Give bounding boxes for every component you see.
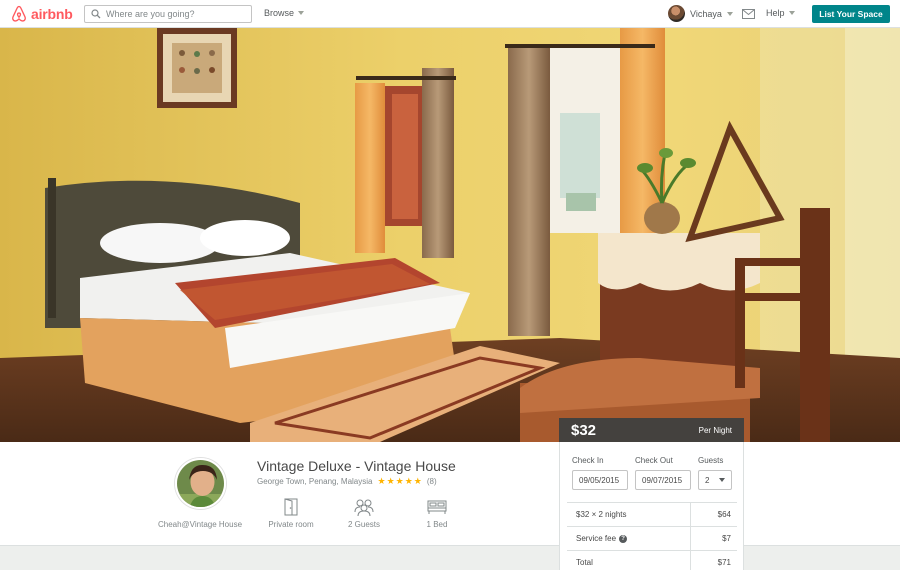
guests-select[interactable]: 2 <box>698 470 732 490</box>
help-label: Help <box>766 8 785 18</box>
nightly-price: $32 <box>571 421 597 439</box>
avatar <box>668 5 685 22</box>
browse-menu[interactable]: Browse <box>264 8 305 18</box>
chevron-down-icon <box>298 11 305 15</box>
price-row-service-fee: Service fee ? $7 <box>567 527 737 551</box>
user-menu[interactable]: Vichaya <box>668 5 733 22</box>
rating-stars[interactable]: ★ ★ ★ ★ ★ <box>377 477 421 486</box>
row-value: $71 <box>717 558 731 567</box>
amenity-label: 2 Guests <box>347 520 380 529</box>
search-box[interactable] <box>84 5 252 23</box>
search-input[interactable] <box>104 9 244 19</box>
booking-panel: Check In Check Out Guests 09/05/2015 09/… <box>559 442 744 570</box>
row-label: Total <box>576 558 593 567</box>
listing-title: Vintage Deluxe - Vintage House <box>257 458 456 474</box>
price-breakdown: $32 × 2 nights $64 Service fee ? $7 Tota… <box>567 502 737 570</box>
room-photo <box>0 28 900 442</box>
star-icon: ★ <box>395 476 404 486</box>
row-label: $32 × 2 nights <box>576 510 627 519</box>
bed-icon <box>427 500 447 514</box>
amenity-beds: 1 Bed <box>402 498 472 529</box>
check-out-label: Check Out <box>635 456 673 465</box>
star-icon: ★ <box>386 476 395 486</box>
help-menu[interactable]: Help <box>766 8 795 18</box>
browse-label: Browse <box>264 8 295 18</box>
check-out-date-field[interactable]: 09/07/2015 <box>635 470 691 490</box>
host-name[interactable]: Cheah@Vintage House <box>150 520 250 529</box>
airbnb-belo-icon <box>12 5 26 22</box>
row-value: $64 <box>717 510 731 519</box>
guests-label: Guests <box>698 456 724 465</box>
search-icon <box>88 6 104 22</box>
star-icon: ★ <box>377 476 386 486</box>
user-name: Vichaya <box>690 8 722 19</box>
airbnb-logo[interactable]: airbnb <box>10 4 73 24</box>
door-icon <box>284 498 298 516</box>
booking-price-header: $32 Per Night <box>559 418 744 442</box>
listing-location: George Town, Penang, Malaysia ★ ★ ★ ★ ★ … <box>257 477 437 487</box>
listing-summary: Cheah@Vintage House Vintage Deluxe - Vin… <box>0 442 900 546</box>
star-icon: ★ <box>404 476 413 486</box>
listing-hero-photo[interactable] <box>0 28 900 442</box>
row-value: $7 <box>722 534 731 543</box>
list-your-space-button[interactable]: List Your Space <box>812 5 890 23</box>
chevron-down-icon <box>719 478 725 482</box>
mail-icon[interactable] <box>742 9 755 19</box>
review-count[interactable]: (8) <box>427 477 437 486</box>
amenity-label: Private room <box>268 520 314 529</box>
amenity-label: 1 Bed <box>426 520 448 529</box>
help-icon[interactable]: ? <box>619 534 628 543</box>
guests-icon <box>354 499 374 516</box>
top-nav: airbnb Browse Vichaya Help List Your Spa… <box>0 0 900 28</box>
chevron-down-icon <box>788 11 795 15</box>
amenity-room-type: Private room <box>256 498 326 529</box>
price-unit: Per Night <box>698 425 732 435</box>
amenity-guests: 2 Guests <box>329 498 399 529</box>
host-avatar[interactable] <box>175 458 226 509</box>
price-row-nights: $32 × 2 nights $64 <box>567 503 737 527</box>
guests-value: 2 <box>705 475 710 485</box>
location-text: George Town, Penang, Malaysia <box>257 477 373 486</box>
chevron-down-icon <box>726 11 733 16</box>
row-label: Service fee <box>576 534 617 543</box>
star-icon: ★ <box>413 476 422 486</box>
check-in-date-field[interactable]: 09/05/2015 <box>572 470 628 490</box>
page-footer-strip <box>0 546 900 570</box>
price-row-total: Total $71 <box>567 551 737 570</box>
brand-name: airbnb <box>31 6 73 22</box>
check-in-label: Check In <box>572 456 604 465</box>
